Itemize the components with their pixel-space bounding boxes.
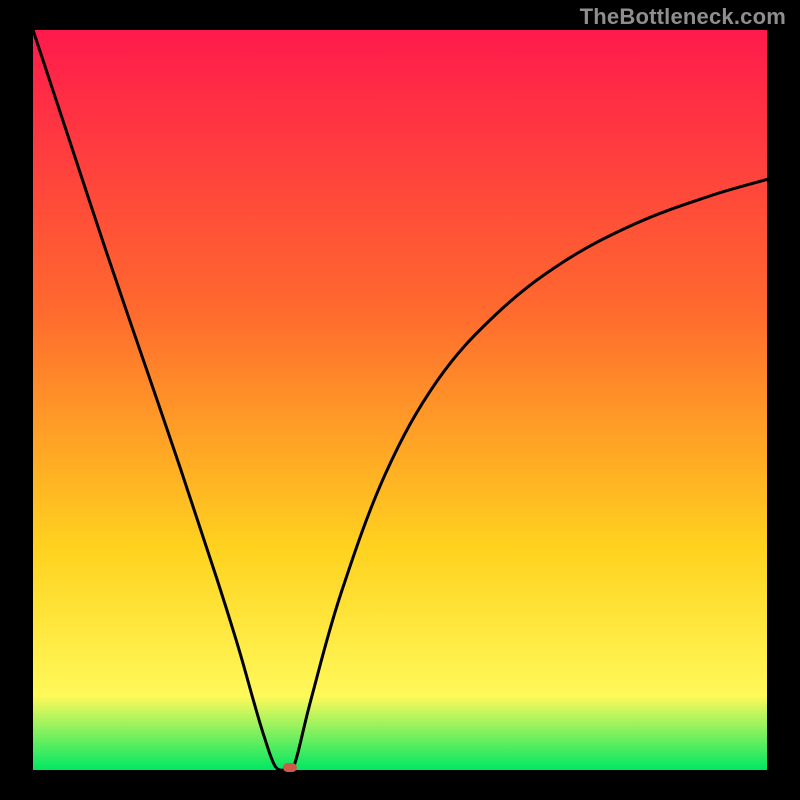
chart-frame: { "watermark": "TheBottleneck.com", "col… [0, 0, 800, 800]
bottleneck-chart [0, 0, 800, 800]
optimal-point-marker [283, 763, 297, 772]
plot-background [33, 30, 767, 770]
watermark-text: TheBottleneck.com [580, 4, 786, 30]
